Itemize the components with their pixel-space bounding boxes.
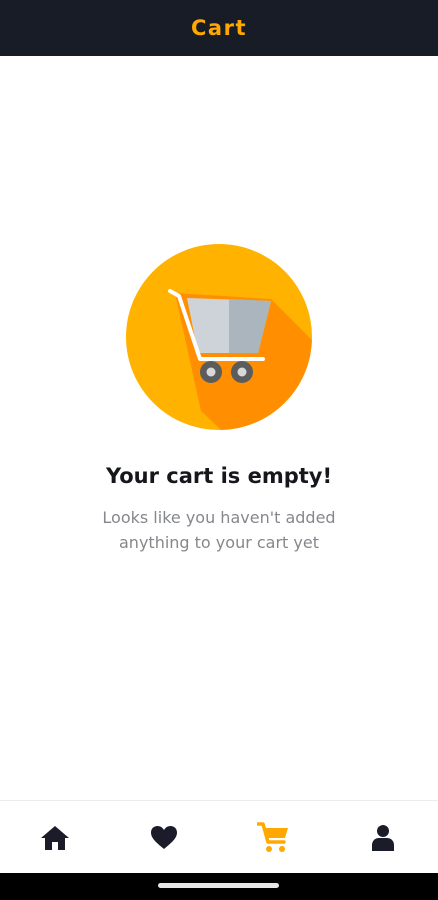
empty-cart-message: Looks like you haven't added anything to…	[102, 508, 336, 552]
heart-icon	[151, 826, 178, 849]
home-icon	[40, 825, 69, 850]
home-indicator[interactable]	[158, 883, 279, 888]
nav-item-profile[interactable]	[329, 801, 438, 874]
system-home-bar	[0, 873, 438, 900]
nav-item-favorites[interactable]	[110, 801, 220, 874]
app-header: Cart	[0, 0, 438, 56]
bottom-navigation	[0, 800, 438, 874]
nav-item-cart[interactable]	[219, 801, 329, 874]
cart-icon	[256, 821, 288, 852]
empty-cart-icon	[125, 243, 313, 431]
nav-item-home[interactable]	[0, 801, 110, 874]
page-title: Cart	[191, 16, 247, 40]
empty-cart-title: Your cart is empty!	[105, 464, 333, 488]
user-icon	[372, 824, 395, 851]
